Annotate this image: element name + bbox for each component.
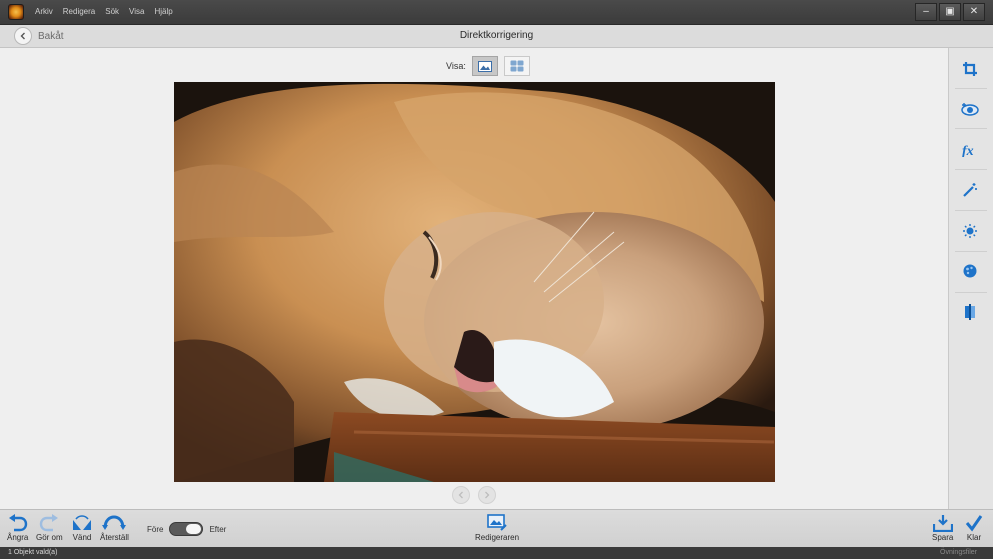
- sharpen-icon: [965, 304, 975, 320]
- reset-button[interactable]: Återställ: [100, 514, 129, 542]
- red-eye-icon: [961, 103, 979, 116]
- previous-image-button[interactable]: [452, 486, 470, 504]
- svg-text:fx: fx: [962, 144, 974, 157]
- after-label: Efter: [209, 524, 227, 534]
- undo-icon: [8, 514, 27, 532]
- tool-divider: [955, 169, 987, 170]
- status-bar: 1 Objekt vald(a) Övningsfiler: [0, 547, 993, 559]
- app-window: Arkiv Redigera Sök Visa Hjälp ‒ ▣ ✕ Bakå…: [0, 0, 993, 559]
- editor-button[interactable]: Redigeraren: [475, 514, 519, 542]
- chevron-left-icon: [458, 491, 463, 499]
- tool-panel: fx: [948, 48, 993, 509]
- reset-icon: [102, 515, 127, 530]
- red-eye-tool-button[interactable]: [957, 96, 983, 122]
- page-title: Direktkorrigering: [459, 30, 534, 41]
- save-button[interactable]: Spara: [932, 514, 953, 542]
- done-button[interactable]: Klar: [965, 514, 983, 542]
- view-label: Visa:: [446, 61, 466, 71]
- image-pager: [452, 486, 496, 504]
- before-after-control: Före Efter: [147, 522, 226, 536]
- redo-button[interactable]: Gör om: [36, 514, 63, 542]
- editor-label: Redigeraren: [475, 533, 520, 542]
- tool-divider: [955, 210, 987, 211]
- checkmark-icon: [965, 515, 983, 532]
- crop-icon: [963, 62, 977, 76]
- maximize-button[interactable]: ▣: [939, 3, 961, 21]
- tool-divider: [955, 292, 987, 293]
- close-button[interactable]: ✕: [963, 3, 985, 21]
- color-icon: [963, 264, 977, 278]
- sharpen-tool-button[interactable]: [957, 299, 983, 325]
- lighting-tool-button[interactable]: [957, 218, 983, 244]
- brightness-icon: [963, 224, 977, 238]
- menu-edit[interactable]: Redigera: [63, 0, 95, 24]
- status-right-label: Övningsfiler: [940, 549, 977, 556]
- header-bar: Bakåt Direktkorrigering: [0, 25, 993, 48]
- tool-divider: [955, 88, 987, 89]
- before-after-toggle[interactable]: [169, 522, 204, 536]
- redo-label: Gör om: [36, 533, 63, 542]
- before-label: Före: [147, 524, 164, 534]
- effects-tool-button[interactable]: fx: [957, 137, 983, 163]
- done-label: Klar: [966, 533, 982, 542]
- chevron-right-icon: [485, 491, 490, 499]
- back-button[interactable]: Bakåt: [14, 27, 64, 45]
- next-image-button[interactable]: [478, 486, 496, 504]
- redo-icon: [40, 514, 59, 532]
- save-label: Spara: [932, 533, 954, 542]
- view-selector: Visa:: [446, 56, 530, 76]
- save-icon: [932, 515, 953, 532]
- back-label: Bakåt: [38, 30, 64, 42]
- menu-help[interactable]: Hjälp: [154, 0, 172, 24]
- rotate-label: Vänd: [72, 533, 92, 542]
- sleeping-lion-image: [174, 82, 775, 482]
- menu-bar: Arkiv Redigera Sök Visa Hjälp: [35, 0, 173, 24]
- rotate-button[interactable]: Vänd: [71, 514, 93, 542]
- grid-view-icon: [510, 60, 524, 72]
- main-area: Visa:: [0, 48, 948, 509]
- single-view-button[interactable]: [471, 56, 498, 76]
- photo-preview[interactable]: [174, 82, 775, 482]
- menu-file[interactable]: Arkiv: [35, 0, 53, 24]
- tool-divider: [955, 251, 987, 252]
- undo-button[interactable]: Ångra: [7, 514, 28, 542]
- color-tool-button[interactable]: [957, 258, 983, 284]
- single-view-icon: [477, 60, 492, 72]
- magic-wand-icon: [963, 183, 977, 197]
- undo-label: Ångra: [7, 533, 29, 542]
- crop-tool-button[interactable]: [957, 56, 983, 82]
- editor-icon: [487, 514, 507, 531]
- fx-icon: fx: [962, 144, 974, 157]
- grid-view-button[interactable]: [503, 56, 530, 76]
- bottom-toolbar: Ångra Gör om Vänd Återställ Före Efter R…: [0, 509, 993, 548]
- toggle-knob: [186, 524, 202, 534]
- selection-status: 1 Objekt vald(a): [8, 549, 58, 556]
- smart-fix-tool-button[interactable]: [957, 177, 983, 203]
- menu-view[interactable]: Visa: [129, 0, 144, 24]
- app-logo: [8, 4, 24, 20]
- window-controls: ‒ ▣ ✕: [915, 3, 985, 21]
- minimize-button[interactable]: ‒: [915, 3, 937, 21]
- tool-divider: [955, 128, 987, 129]
- back-arrow-icon: [14, 27, 32, 45]
- menu-search[interactable]: Sök: [105, 0, 119, 24]
- rotate-icon: [73, 515, 91, 530]
- title-bar: Arkiv Redigera Sök Visa Hjälp ‒ ▣ ✕: [0, 0, 993, 25]
- reset-label: Återställ: [100, 533, 129, 542]
